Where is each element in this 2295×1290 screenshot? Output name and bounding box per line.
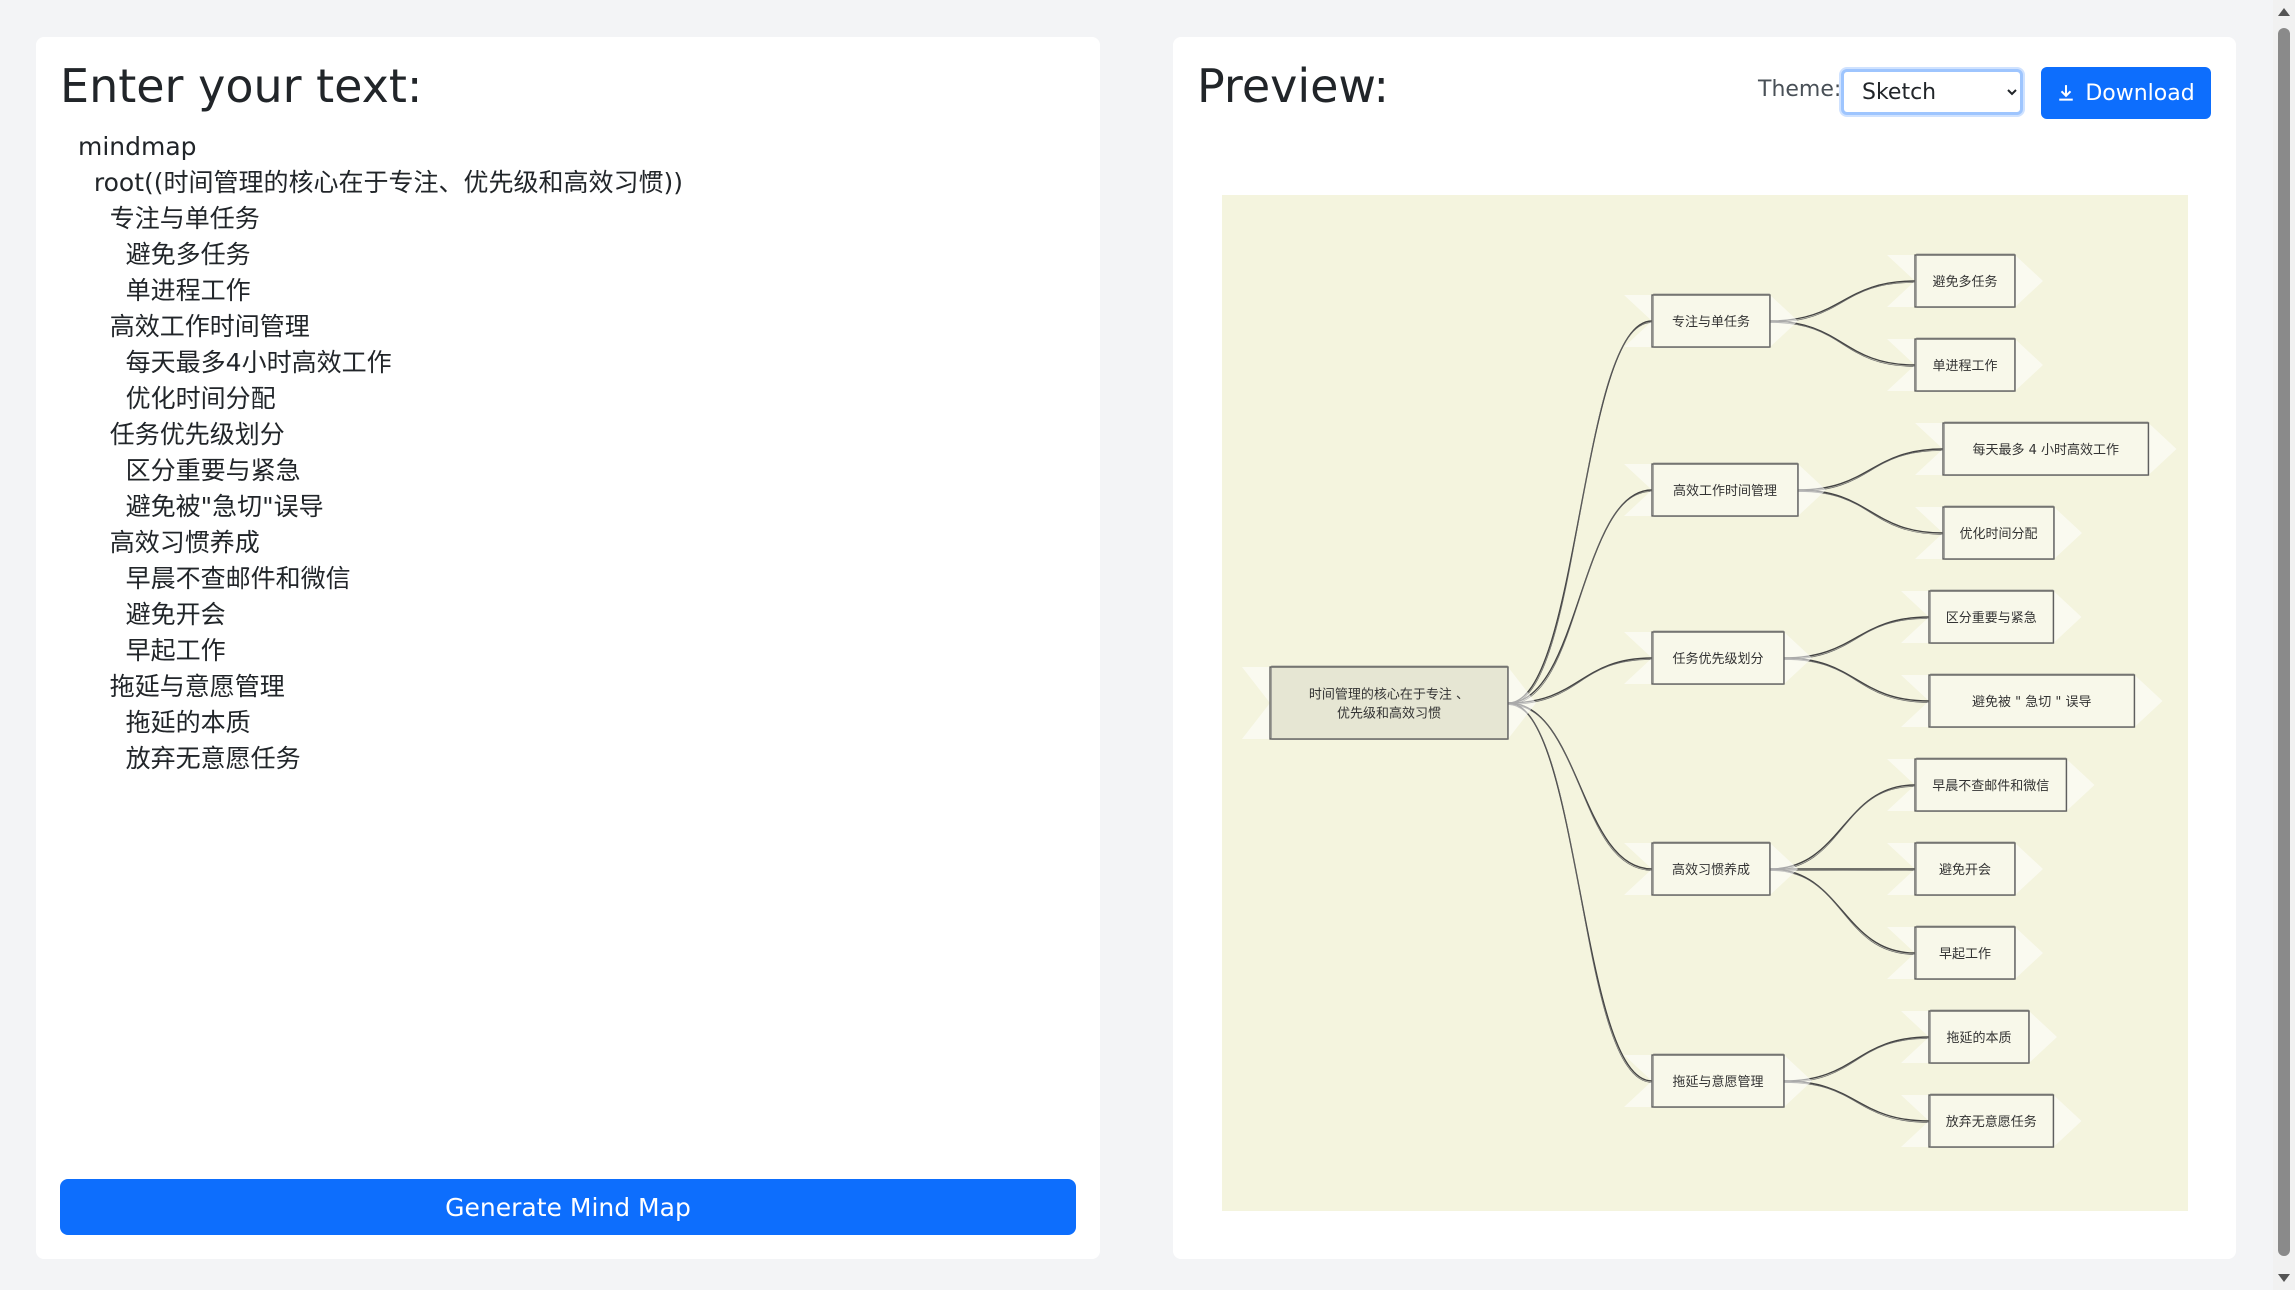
- leaf-node-label: 单进程工作: [1932, 359, 1997, 374]
- download-icon: [2059, 85, 2074, 101]
- leaf-node-label: 优化时间分配: [1959, 527, 2037, 542]
- generate-mind-map-button[interactable]: Generate Mind Map: [60, 1179, 1076, 1235]
- leaf-node-label: 拖延的本质: [1946, 1030, 2011, 1046]
- leaf-node-label: 避免多任务: [1932, 274, 1997, 290]
- editor-title: Enter your text:: [60, 59, 423, 113]
- leaf-node-label: 放弃无意愿任务: [1946, 1114, 2037, 1130]
- root-node-box: [1269, 666, 1509, 740]
- leaf-connector-sketch: [1797, 491, 1944, 535]
- branch-node-label: 专注与单任务: [1672, 314, 1750, 330]
- leaf-connector-sketch: [1783, 1082, 1930, 1123]
- download-button[interactable]: Download: [2041, 67, 2211, 119]
- leaf-connector-sketch: [1783, 659, 1930, 703]
- mindmap-preview-canvas: 专注与单任务 避免多任务单进程工作高效工作时间管理 每天最多 4 小时高效工作优化时…: [1222, 195, 2188, 1211]
- root-node-label: 时间管理的核心在于专注 、: [1309, 687, 1469, 703]
- editor-panel: Enter your text: Generate Mind Map: [36, 37, 1100, 1259]
- leaf-connector: [1769, 784, 1916, 870]
- branch-connector-sketch: [1507, 491, 1653, 705]
- leaf-connector: [1783, 1080, 1930, 1122]
- preview-panel: Preview: Theme: Sketch Download 专注与单任务避免…: [1173, 37, 2236, 1259]
- branch-node-label: 任务优先级划分: [1672, 651, 1763, 667]
- leaf-node-label: 早起工作: [1939, 947, 1991, 962]
- leaf-node-label: 每天最多 4 小时高效工作: [1972, 442, 2119, 458]
- download-label: Download: [2085, 80, 2195, 106]
- leaf-connector: [1769, 868, 1916, 954]
- leaf-node-label: 早晨不查邮件和微信: [1932, 779, 2049, 794]
- leaf-connector-sketch: [1769, 870, 1916, 955]
- scroll-up-arrow-icon[interactable]: [2278, 8, 2290, 16]
- mindmap-text-input[interactable]: [60, 129, 1088, 1189]
- root-node-label: 优先级和高效习惯: [1337, 706, 1441, 722]
- theme-select[interactable]: Sketch: [1841, 69, 2023, 115]
- page-scrollbar[interactable]: [2273, 0, 2295, 1290]
- leaf-node-label: 区分重要与紧急: [1946, 610, 2037, 626]
- mindmap-diagram: 专注与单任务 避免多任务单进程工作高效工作时间管理 每天最多 4 小时高效工作优化时…: [1242, 253, 2177, 1148]
- leaf-connector-sketch: [1769, 786, 1916, 871]
- preview-title: Preview:: [1197, 59, 1390, 113]
- branch-node-label: 高效习惯养成: [1672, 862, 1750, 878]
- scroll-down-arrow-icon[interactable]: [2278, 1274, 2290, 1282]
- branch-node-label: 拖延与意愿管理: [1672, 1074, 1763, 1090]
- branch-node-label: 高效工作时间管理: [1673, 483, 1777, 499]
- theme-label: Theme:: [1758, 77, 1842, 102]
- scroll-thumb[interactable]: [2278, 28, 2290, 1256]
- leaf-connector: [1769, 280, 1916, 322]
- leaf-node-label: 避免被 " 急切 " 误导: [1972, 695, 2092, 710]
- leaf-node-label: 避免开会: [1939, 863, 1991, 878]
